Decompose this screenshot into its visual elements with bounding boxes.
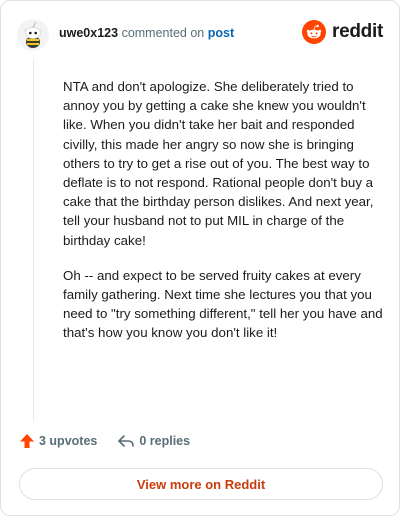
snoo-avatar-icon[interactable] [17, 19, 49, 51]
comment-actions: 3 upvotes 0 replies [19, 433, 190, 449]
reddit-wordmark: reddit [332, 21, 383, 42]
post-link[interactable]: post [208, 26, 234, 40]
upvote-count: 3 upvotes [39, 434, 98, 448]
reply-count: 0 replies [139, 434, 191, 448]
upvote-button[interactable]: 3 upvotes [19, 433, 97, 449]
comment-paragraph-2: Oh -- and expect to be served fruity cak… [63, 267, 383, 341]
comment-meta: uwe0x123 commented on post [59, 26, 234, 40]
view-more-button[interactable]: View more on Reddit [19, 468, 383, 500]
reddit-snoo-icon [302, 20, 327, 44]
reply-button[interactable]: 0 replies [117, 433, 190, 449]
upvote-arrow-icon [20, 434, 34, 448]
thread-line [33, 59, 34, 421]
username-link[interactable]: uwe0x123 [59, 26, 118, 40]
comment-body: NTA and don't apologize. She deliberatel… [63, 77, 383, 343]
reply-arrow-icon [118, 435, 135, 447]
comment-header: uwe0x123 commented on post reddit [17, 17, 383, 53]
action-text: commented on [121, 26, 205, 40]
comment-paragraph-1: NTA and don't apologize. She deliberatel… [63, 79, 374, 248]
reddit-logo[interactable]: reddit [302, 20, 383, 44]
embedded-comment-card: uwe0x123 commented on post reddit NTA an… [0, 0, 400, 516]
